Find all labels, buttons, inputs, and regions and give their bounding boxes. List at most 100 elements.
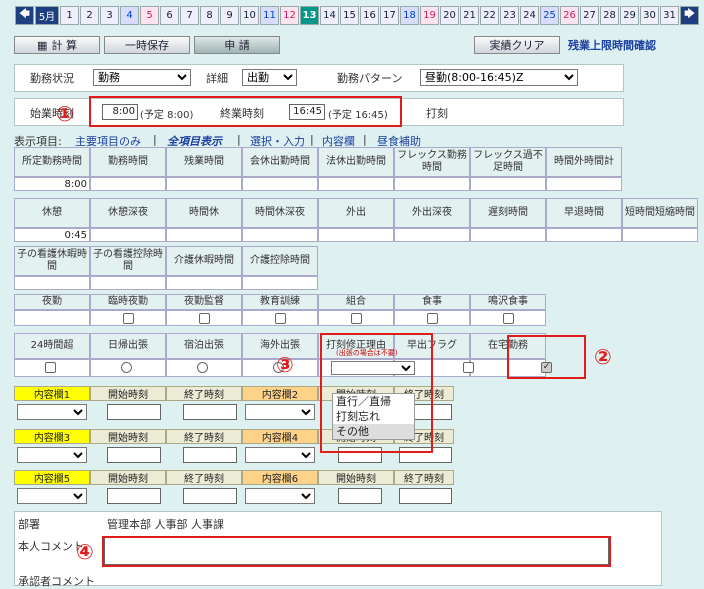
day-30[interactable]: 30: [640, 6, 659, 25]
day-23[interactable]: 23: [500, 6, 519, 25]
dept-value: 管理本部 人事部 人事課: [107, 518, 224, 531]
row1-value: [470, 177, 546, 191]
day-27[interactable]: 27: [580, 6, 599, 25]
detail-label: 詳細: [206, 72, 228, 85]
day-4[interactable]: 4: [120, 6, 139, 25]
day-19[interactable]: 19: [420, 6, 439, 25]
overtime-limit-link[interactable]: 残業上限時間確認: [568, 37, 656, 53]
display-sep-3: |: [310, 133, 314, 146]
row1-value: [546, 177, 622, 191]
annotation-3: ③: [276, 353, 294, 377]
day-2[interactable]: 2: [80, 6, 99, 25]
start-input[interactable]: [338, 488, 382, 504]
temp-save-button[interactable]: 一時保存: [104, 36, 190, 54]
5-header: 24時間超: [14, 333, 90, 359]
detail-select[interactable]: 出勤: [242, 69, 297, 86]
3-header: 子の看護控除時間: [90, 246, 166, 276]
day-18[interactable]: 18: [400, 6, 419, 25]
end-input[interactable]: [399, 488, 452, 504]
day-28[interactable]: 28: [600, 6, 619, 25]
day-5[interactable]: 5: [140, 6, 159, 25]
apply-button[interactable]: 申 請: [194, 36, 280, 54]
month-label[interactable]: 5月: [35, 6, 59, 25]
day-22[interactable]: 22: [480, 6, 499, 25]
day-9[interactable]: 9: [220, 6, 239, 25]
day-1[interactable]: 1: [60, 6, 79, 25]
day-15[interactable]: 15: [340, 6, 359, 25]
early-flag-checkbox[interactable]: [463, 362, 474, 373]
day-21[interactable]: 21: [460, 6, 479, 25]
day-25[interactable]: 25: [540, 6, 559, 25]
4-header: 鳴沢食事: [470, 294, 546, 310]
5-header: 宿泊出張: [166, 333, 242, 359]
day-16[interactable]: 16: [360, 6, 379, 25]
calc-button[interactable]: ▦ 計 算: [14, 36, 100, 54]
checkbox[interactable]: [199, 313, 210, 324]
start-input[interactable]: [107, 447, 161, 463]
dept-label: 部署: [18, 518, 40, 531]
checkbox[interactable]: [351, 313, 362, 324]
day-24[interactable]: 24: [520, 6, 539, 25]
row3-value: [166, 276, 242, 290]
content-select[interactable]: [245, 447, 315, 463]
checkbox[interactable]: [503, 313, 514, 324]
4-header: 食事: [394, 294, 470, 310]
day-11[interactable]: 11: [260, 6, 279, 25]
over24-checkbox[interactable]: [45, 362, 56, 373]
checkbox[interactable]: [275, 313, 286, 324]
comment-label: 本人コメント: [18, 540, 84, 553]
2-header: 時間休深夜: [242, 198, 318, 228]
start-input[interactable]: [107, 488, 161, 504]
next-month-arrow-icon[interactable]: 🡆: [680, 6, 699, 25]
5-header: 日帰出張: [90, 333, 166, 359]
day-8[interactable]: 8: [200, 6, 219, 25]
day-29[interactable]: 29: [620, 6, 639, 25]
1-header: フレックス勤務時間: [394, 147, 470, 177]
end-input[interactable]: [183, 488, 237, 504]
day-12[interactable]: 12: [280, 6, 299, 25]
day-17[interactable]: 17: [380, 6, 399, 25]
row2-value: [470, 228, 546, 242]
day-3[interactable]: 3: [100, 6, 119, 25]
day-13[interactable]: 13: [300, 6, 319, 25]
4-header: 組合: [318, 294, 394, 310]
content-select[interactable]: [17, 488, 87, 504]
2-header: 休憩深夜: [90, 198, 166, 228]
2-header: 外出: [318, 198, 394, 228]
actual-clear-button[interactable]: 実績クリア: [474, 36, 560, 54]
highlight-box-4: [102, 536, 611, 567]
start-input[interactable]: [107, 404, 161, 420]
day-7[interactable]: 7: [180, 6, 199, 25]
prev-month-arrow-icon[interactable]: 🡄: [15, 6, 34, 25]
end-header: 終了時刻: [394, 470, 454, 485]
end-input[interactable]: [183, 404, 237, 420]
day-20[interactable]: 20: [440, 6, 459, 25]
content-select[interactable]: [245, 404, 315, 420]
day-26[interactable]: 26: [560, 6, 579, 25]
checkbox[interactable]: [427, 313, 438, 324]
start-header: 開始時刻: [318, 470, 394, 485]
pattern-select[interactable]: 昼勤(8:00-16:45)Z: [420, 69, 578, 86]
daytrip-radio[interactable]: [121, 362, 132, 373]
content-select[interactable]: [17, 404, 87, 420]
calculator-icon: ▦: [37, 38, 48, 52]
1-header: 所定勤務時間: [14, 147, 90, 177]
content-header: 内容欄2: [242, 386, 318, 401]
start-header: 開始時刻: [90, 470, 166, 485]
content-select[interactable]: [245, 488, 315, 504]
status-select[interactable]: 勤務: [93, 69, 191, 86]
day-6[interactable]: 6: [160, 6, 179, 25]
day-31[interactable]: 31: [660, 6, 679, 25]
4-header: 教育訓練: [242, 294, 318, 310]
content-select[interactable]: [17, 447, 87, 463]
row1-value: [90, 177, 166, 191]
overnight-radio[interactable]: [197, 362, 208, 373]
row2-value: [90, 228, 166, 242]
day-10[interactable]: 10: [240, 6, 259, 25]
4-header: 臨時夜勤: [90, 294, 166, 310]
1-header: 会休出勤時間: [242, 147, 318, 177]
end-input[interactable]: [183, 447, 237, 463]
day-14[interactable]: 14: [320, 6, 339, 25]
pattern-label: 勤務パターン: [337, 72, 403, 85]
checkbox[interactable]: [123, 313, 134, 324]
